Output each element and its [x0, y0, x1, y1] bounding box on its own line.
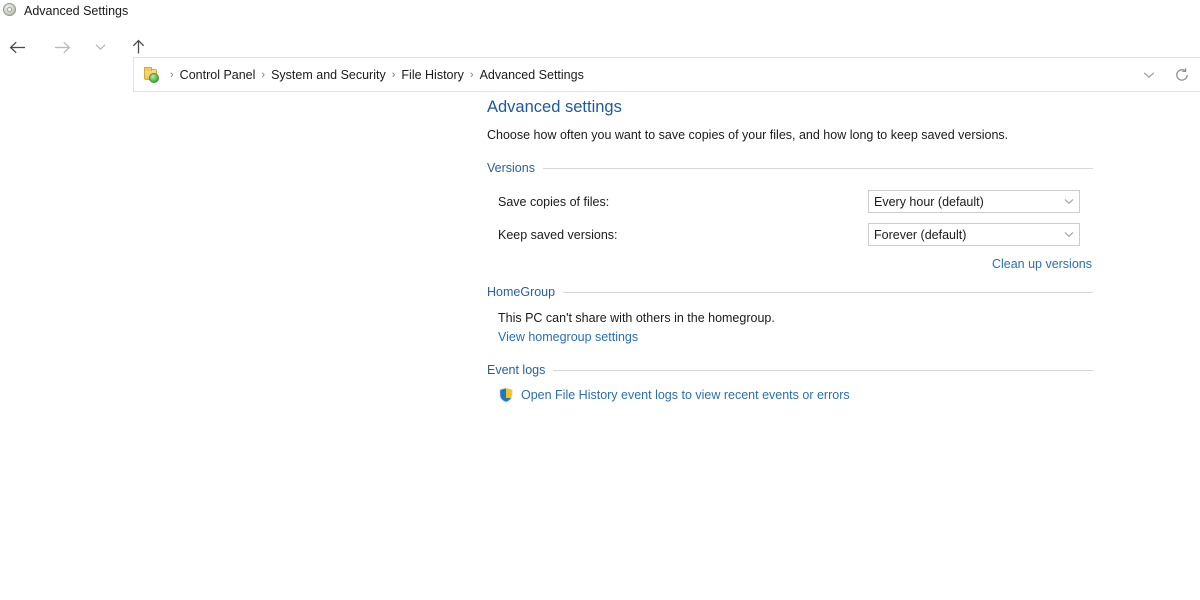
page-description: Choose how often you want to save copies… — [487, 128, 1009, 142]
address-bar[interactable]: › Control Panel › System and Security › … — [133, 57, 1200, 92]
address-bar-actions — [1134, 58, 1200, 91]
window-title: Advanced Settings — [24, 4, 129, 18]
section-divider — [542, 167, 1093, 169]
breadcrumb-item-control-panel[interactable]: Control Panel — [177, 65, 259, 85]
homegroup-group: HomeGroup This PC can't share with other… — [487, 285, 1093, 346]
breadcrumb-separator: › — [170, 68, 174, 81]
breadcrumb-separator: › — [391, 68, 396, 81]
breadcrumb-separator: › — [469, 68, 474, 81]
versions-group-header: Versions — [487, 161, 1093, 175]
navigation-toolbar: › Control Panel › System and Security › … — [0, 28, 1200, 92]
homegroup-status-text: This PC can't share with others in the h… — [498, 311, 775, 325]
uac-shield-icon — [498, 387, 514, 403]
event-logs-group-title: Event logs — [487, 363, 546, 377]
clean-up-versions-link[interactable]: Clean up versions — [992, 257, 1092, 271]
forward-button[interactable] — [45, 30, 79, 64]
back-button[interactable] — [0, 30, 34, 64]
versions-group: Versions Save copies of files: Every hou… — [487, 161, 1093, 271]
section-divider — [553, 369, 1093, 371]
homegroup-group-header: HomeGroup — [487, 285, 1093, 299]
homegroup-group-title: HomeGroup — [487, 285, 556, 299]
event-logs-link-row[interactable]: Open File History event logs to view rec… — [498, 387, 1093, 403]
breadcrumb-item-system-and-security[interactable]: System and Security — [268, 65, 389, 85]
refresh-icon[interactable] — [1164, 58, 1200, 91]
versions-group-title: Versions — [487, 161, 535, 175]
window-title-bar: Advanced Settings — [0, 0, 1200, 22]
save-copies-row: Save copies of files: Every hour (defaul… — [498, 185, 1093, 218]
file-history-icon — [2, 1, 18, 17]
chevron-down-icon[interactable] — [1134, 58, 1164, 91]
save-copies-label: Save copies of files: — [498, 194, 610, 209]
keep-versions-row: Keep saved versions: Forever (default) — [498, 218, 1093, 251]
event-logs-group-header: Event logs — [487, 363, 1093, 377]
clean-up-versions-row: Clean up versions — [487, 257, 1093, 271]
keep-versions-dropdown[interactable]: Forever (default) — [868, 223, 1080, 246]
main-content: Advanced settings Choose how often you w… — [487, 96, 1093, 403]
breadcrumb-item-file-history[interactable]: File History — [398, 65, 467, 85]
open-event-logs-link[interactable]: Open File History event logs to view rec… — [521, 388, 850, 402]
homegroup-link-row: View homegroup settings — [498, 328, 1093, 346]
chevron-down-icon — [1059, 198, 1079, 205]
event-logs-group: Event logs Open File History event logs … — [487, 363, 1093, 403]
save-copies-value: Every hour (default) — [874, 194, 984, 209]
recent-locations-button[interactable] — [89, 30, 111, 64]
control-panel-folder-icon — [143, 66, 161, 84]
breadcrumb-item-advanced-settings[interactable]: Advanced Settings — [477, 65, 587, 85]
keep-versions-label: Keep saved versions: — [498, 227, 618, 242]
save-copies-dropdown[interactable]: Every hour (default) — [868, 190, 1080, 213]
chevron-down-icon — [1059, 231, 1079, 238]
breadcrumb-separator: › — [261, 68, 266, 81]
keep-versions-value: Forever (default) — [874, 227, 967, 242]
breadcrumb: › Control Panel › System and Security › … — [167, 65, 587, 85]
section-divider — [563, 291, 1093, 293]
page-title: Advanced settings — [487, 98, 622, 116]
view-homegroup-settings-link[interactable]: View homegroup settings — [498, 330, 638, 344]
